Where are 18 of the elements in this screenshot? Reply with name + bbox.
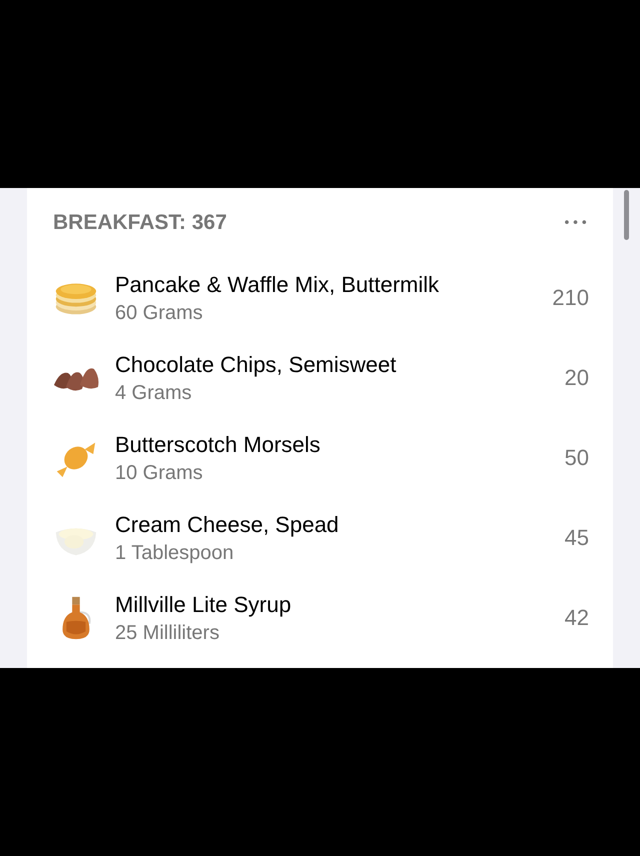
- calorie-count: 20: [564, 365, 589, 391]
- meal-title: BREAKFAST: 367: [53, 211, 227, 235]
- calorie-count: 210: [552, 285, 589, 311]
- scrollbar[interactable]: [624, 190, 629, 240]
- calorie-count: 42: [564, 605, 589, 631]
- food-name: Millville Lite Syrup: [115, 592, 292, 618]
- food-name: Butterscotch Morsels: [115, 432, 322, 458]
- serving-amount: 4 Grams: [115, 382, 193, 404]
- serving-amount: 10 Grams: [115, 462, 204, 484]
- calorie-count: 45: [564, 525, 589, 551]
- food-name: Cream Cheese, Spead: [115, 512, 340, 538]
- more-button[interactable]: •••: [562, 216, 589, 230]
- serving-amount: 60 Grams: [115, 302, 204, 324]
- serving-amount: 25 Milliliters: [115, 622, 220, 644]
- food-name: Pancake & Waffle Mix, Buttermilk: [115, 272, 440, 298]
- food-name: Chocolate Chips, Semisweet: [115, 352, 398, 378]
- serving-amount: 1 Tablespoon: [115, 542, 235, 564]
- calorie-count: 50: [564, 445, 589, 471]
